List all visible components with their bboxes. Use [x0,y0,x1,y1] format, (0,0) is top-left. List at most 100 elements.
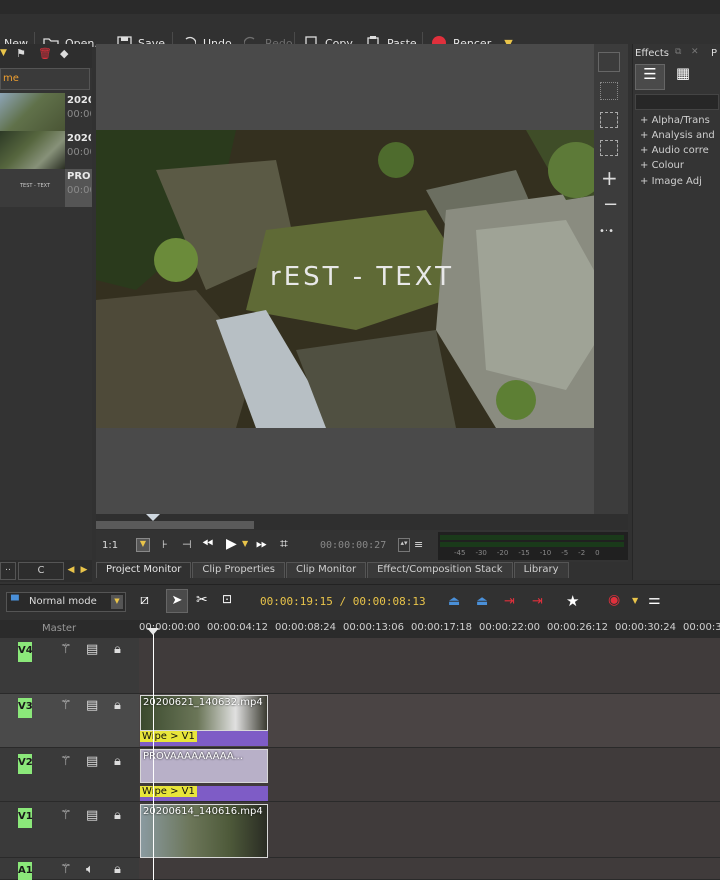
crop-icon[interactable]: ⌗ [280,536,288,552]
clip-thumbnail[interactable] [0,93,65,131]
track-header-v2[interactable]: V2 ⚚ ▤ 🔒︎ [0,748,139,802]
effect-category[interactable]: + Audio corre [640,145,720,156]
video-clip[interactable]: 20200621_140632.mp4 [140,695,268,731]
delete-icon[interactable]: 🗑︎ [38,47,52,60]
scroll-left-icon[interactable]: ◀ [66,562,76,580]
timeline-playhead[interactable] [153,628,154,880]
bin-menu-icon[interactable]: ▼ [0,48,7,58]
monitor-ruler[interactable] [96,514,628,530]
bin-column-header[interactable]: me [0,68,90,90]
zoom-fit-icon[interactable] [600,112,618,128]
tag-icon[interactable]: ◆ [60,47,68,60]
effect-category[interactable]: + Alpha/Trans [640,115,720,126]
star-icon[interactable]: ★ [566,592,579,610]
scroll-right-icon[interactable]: ▶ [78,562,90,580]
spacer-tool-icon[interactable]: ⊡ [222,592,232,606]
timecode-spin-icon[interactable]: ▴▾ [398,538,410,552]
film-icon[interactable]: ▤ [86,642,98,657]
effects-wand-icon[interactable]: ⚚ [60,642,72,657]
lock-icon[interactable]: 🔒︎ [114,862,121,877]
track-header-a1[interactable]: A1 ⚚ 🔈︎ 🔒︎ [0,858,139,880]
vu-tick: -10 [539,549,552,557]
film-icon[interactable]: ▤ [86,698,98,713]
title-clip[interactable]: PROVAAAAAAAAA... [140,749,268,783]
lock-icon[interactable]: 🔒︎ [114,698,121,713]
set-out-icon[interactable]: ⊣ [182,538,192,551]
grid-icon[interactable] [600,82,618,100]
playhead-marker[interactable] [146,514,160,521]
tab-label: Clip Monitor [296,564,357,575]
record-icon[interactable]: ◉ [608,592,620,608]
tab-project-monitor[interactable]: Project Monitor [96,562,192,578]
select-tool-icon[interactable]: ➤ [166,589,188,613]
rewind-icon[interactable]: ⏪︎ [202,536,213,552]
monitor-menu-icon[interactable]: ≡ [414,538,423,551]
zoom-out-icon[interactable]: − [603,194,618,215]
lift-icon[interactable]: ⇥ [504,594,515,609]
film-icon[interactable]: ▤ [86,808,98,823]
cut-tool-icon[interactable]: ✂ [196,592,208,608]
zoom-level[interactable]: 1:1 [102,540,118,551]
lock-icon[interactable]: 🔒︎ [114,808,121,823]
tab-library[interactable]: Library [513,562,569,578]
track-header-v1[interactable]: V1 ⚚ ▤ 🔒︎ [0,802,139,858]
zoom-in-icon[interactable]: + [601,166,618,190]
audio-meter-icon[interactable]: •·• [599,226,614,237]
ruler-tick: 00:00:3 [683,622,720,633]
edit-mode-select[interactable]: ▀ Normal mode ▼ [6,592,126,612]
float-icon[interactable]: ⧉ [675,47,681,57]
track-a1[interactable] [139,858,720,880]
effect-category[interactable]: + Image Adj [640,176,720,187]
list-view-icon[interactable]: ☰ [635,64,665,90]
zoom-dropdown-icon[interactable]: ▼ [136,538,150,552]
track-header-v3[interactable]: V3 ⚚ ▤ 🔒︎ [0,694,139,748]
play-icon[interactable]: ▶ [226,536,237,552]
second-panel-tab[interactable]: P [711,48,717,59]
video-clip[interactable]: 20200614_140616.mp4 [140,804,268,858]
monitor-timecode[interactable]: 00:00:00:27 [320,540,386,551]
film-icon[interactable]: ▦ [669,64,697,90]
effects-wand-icon[interactable]: ⚚ [60,808,72,823]
audio-vu-meter: -45 -30 -20 -15 -10 -5 -2 0 [438,532,628,560]
track-name: V4 [18,642,33,662]
speaker-icon[interactable]: 🔈︎ [86,862,94,877]
close-icon[interactable]: ✕ [691,47,699,57]
lock-icon[interactable]: 🔒︎ [114,754,121,769]
forward-icon[interactable]: ⏩︎ [256,536,267,552]
effect-category[interactable]: + Analysis and [640,130,720,141]
effects-wand-icon[interactable]: ⚚ [60,862,72,877]
playhead-handle[interactable] [147,628,159,635]
settings-sliders-icon[interactable]: ⚌ [648,592,661,608]
transition-clip[interactable]: Wipe > V1 [140,786,268,801]
bin-option-button[interactable]: .. [0,562,16,580]
transition-label: Wipe > V1 [140,731,197,742]
play-menu-icon[interactable]: ▼ [242,539,248,548]
vu-bar [440,535,624,540]
extract-icon[interactable]: ⇥ [532,594,543,609]
bin-search-field[interactable]: C [18,562,64,580]
timeline-timecode: 00:00:19:15 / 00:00:08:13 [260,595,426,608]
set-in-icon[interactable]: ⊦ [162,538,168,551]
zoom-in-area-icon[interactable] [600,140,618,156]
fullscreen-icon[interactable] [598,52,620,72]
title-clip-thumbnail[interactable]: TEST - TEXT [0,169,65,207]
lock-icon[interactable]: 🔒︎ [114,642,121,657]
effects-wand-icon[interactable]: ⚚ [60,698,72,713]
film-icon[interactable]: ▤ [86,754,98,769]
tab-clip-monitor[interactable]: Clip Monitor [286,562,367,578]
tab-label: Library [523,564,559,575]
track-header-v4[interactable]: V4 ⚚ ▤ 🔒︎ [0,638,139,694]
record-dropdown-icon[interactable]: ▼ [632,596,638,605]
tab-clip-properties[interactable]: Clip Properties [192,562,286,578]
add-folder-icon[interactable]: ⚑ [16,47,26,60]
tab-effect-stack[interactable]: Effect/Composition Stack [367,562,513,578]
track-v4[interactable] [139,638,720,694]
effects-wand-icon[interactable]: ⚚ [60,754,72,769]
clip-thumbnail[interactable] [0,131,65,169]
effect-category[interactable]: + Colour [640,160,720,171]
insert-icon[interactable]: ⏏︎ [448,594,460,609]
razor-tool-icon[interactable]: ⧄ [140,592,149,608]
transition-clip[interactable]: Wipe > V1 [140,731,268,746]
overwrite-icon[interactable]: ⏏︎ [476,594,488,609]
effects-search-input[interactable] [635,94,719,110]
